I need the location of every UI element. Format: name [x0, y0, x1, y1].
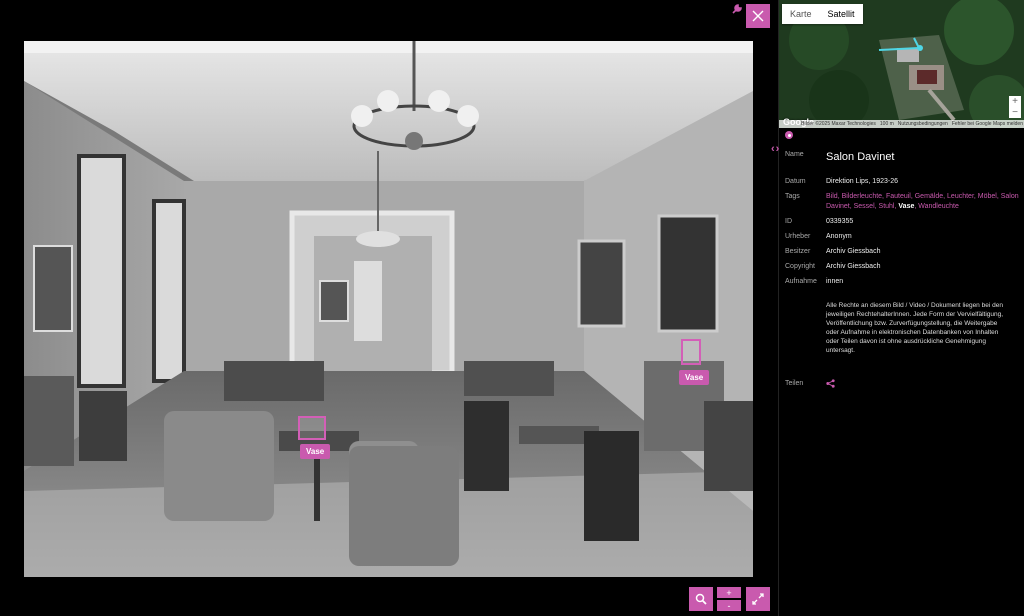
- teilen-row: Teilen: [785, 379, 1021, 392]
- map-terms-link[interactable]: Nutzungsbedingungen: [898, 121, 948, 127]
- besitzer-label: Besitzer: [785, 248, 811, 255]
- search-icon: [695, 593, 707, 605]
- tag-link[interactable]: Möbel: [978, 193, 997, 200]
- map-scale: 100 m: [879, 121, 894, 127]
- map-tab-satellit[interactable]: Satellit: [820, 4, 863, 24]
- satellite-map[interactable]: Karte Satellit + − Google Bilder ©2025 M…: [779, 0, 1024, 128]
- fullscreen-button[interactable]: [746, 587, 770, 611]
- map-zoom-out-button[interactable]: −: [1012, 107, 1018, 118]
- map-zoom-control: + −: [1009, 96, 1021, 118]
- zoom-out-button[interactable]: -: [717, 600, 741, 611]
- metadata-list: Name Salon Davinet Datum Direktion Lips,…: [785, 150, 1021, 397]
- hotspot-label-vase-2[interactable]: Vase: [679, 370, 710, 385]
- datum-row: Datum Direktion Lips, 1923-26: [785, 177, 1021, 187]
- panel-toggle-icon[interactable]: ‹›: [771, 143, 780, 155]
- tag-link[interactable]: Wandleuchte: [918, 203, 959, 210]
- tags-row: Tags Bild, Bilderleuchte, Fauteuil, Gemä…: [785, 192, 1021, 212]
- share-icon[interactable]: [826, 379, 835, 388]
- id-row: ID 0339355: [785, 217, 1021, 227]
- tag-link[interactable]: Vase: [898, 203, 914, 210]
- expand-icon: [752, 593, 764, 605]
- map-zoom-in-button[interactable]: +: [1012, 96, 1018, 107]
- aufnahme-value: innen: [826, 278, 844, 285]
- tag-link[interactable]: Fauteuil: [886, 193, 911, 200]
- id-label: ID: [785, 218, 792, 225]
- tag-link[interactable]: Gemälde: [915, 193, 943, 200]
- tag-link[interactable]: Bild: [826, 193, 838, 200]
- tag-link[interactable]: Leuchter: [947, 193, 974, 200]
- aufnahme-label: Aufnahme: [785, 278, 817, 285]
- zoom-in-button[interactable]: +: [717, 587, 741, 598]
- rights-notice: Alle Rechte an diesem Bild / Video / Dok…: [826, 302, 1004, 354]
- urheber-row: Urheber Anonym: [785, 232, 1021, 242]
- name-row: Name Salon Davinet: [785, 150, 1021, 164]
- hotspot-vase-2[interactable]: [681, 339, 701, 365]
- copyright-value: Archiv Giessbach: [826, 263, 881, 270]
- besitzer-row: Besitzer Archiv Giessbach: [785, 247, 1021, 257]
- hotspot-label-vase-1[interactable]: Vase: [300, 444, 331, 459]
- besitzer-value: Archiv Giessbach: [826, 248, 881, 255]
- tag-link[interactable]: Stuhl: [879, 203, 895, 210]
- copyright-label: Copyright: [785, 263, 815, 270]
- map-report-link[interactable]: Fehler bei Google Maps melden: [952, 121, 1023, 127]
- info-side-panel: Karte Satellit + − Google Bilder ©2025 M…: [771, 0, 1024, 616]
- hotspot-vase-1[interactable]: [298, 416, 326, 440]
- urheber-label: Urheber: [785, 233, 811, 240]
- search-button[interactable]: [689, 587, 713, 611]
- tags-list: Bild, Bilderleuchte, Fauteuil, Gemälde, …: [826, 193, 1019, 210]
- close-icon: [752, 10, 764, 22]
- name-value: Salon Davinet: [826, 151, 895, 163]
- id-value: 0339355: [826, 218, 854, 225]
- location-pin-icon[interactable]: [785, 131, 793, 139]
- map-tab-karte[interactable]: Karte: [782, 4, 820, 24]
- archive-photo[interactable]: Vase Vase: [24, 41, 753, 577]
- app-root: Vase Vase + - Karte Satellit + − Bilder …: [0, 0, 1024, 616]
- urheber-value: Anonym: [826, 233, 852, 240]
- tags-label: Tags: [785, 193, 800, 200]
- image-viewer: Vase Vase + -: [0, 0, 777, 616]
- map-type-tabs: Karte Satellit: [782, 4, 863, 24]
- tag-link[interactable]: Bilderleuchte: [842, 193, 882, 200]
- aufnahme-row: Aufnahme innen: [785, 277, 1021, 287]
- name-label: Name: [785, 151, 804, 158]
- datum-label: Datum: [785, 178, 806, 185]
- map-attribution: Bilder ©2025 Maxar Technologies: [801, 121, 876, 127]
- teilen-label: Teilen: [785, 380, 804, 387]
- wrench-icon[interactable]: [732, 4, 742, 14]
- salon-photo-illustration: [24, 41, 753, 577]
- map-footer: Bilder ©2025 Maxar Technologies 100 m Nu…: [779, 120, 1024, 128]
- tag-link[interactable]: Sessel: [854, 203, 875, 210]
- copyright-row: Copyright Archiv Giessbach: [785, 262, 1021, 272]
- datum-value: Direktion Lips, 1923-26: [826, 178, 898, 185]
- close-button[interactable]: [746, 4, 770, 28]
